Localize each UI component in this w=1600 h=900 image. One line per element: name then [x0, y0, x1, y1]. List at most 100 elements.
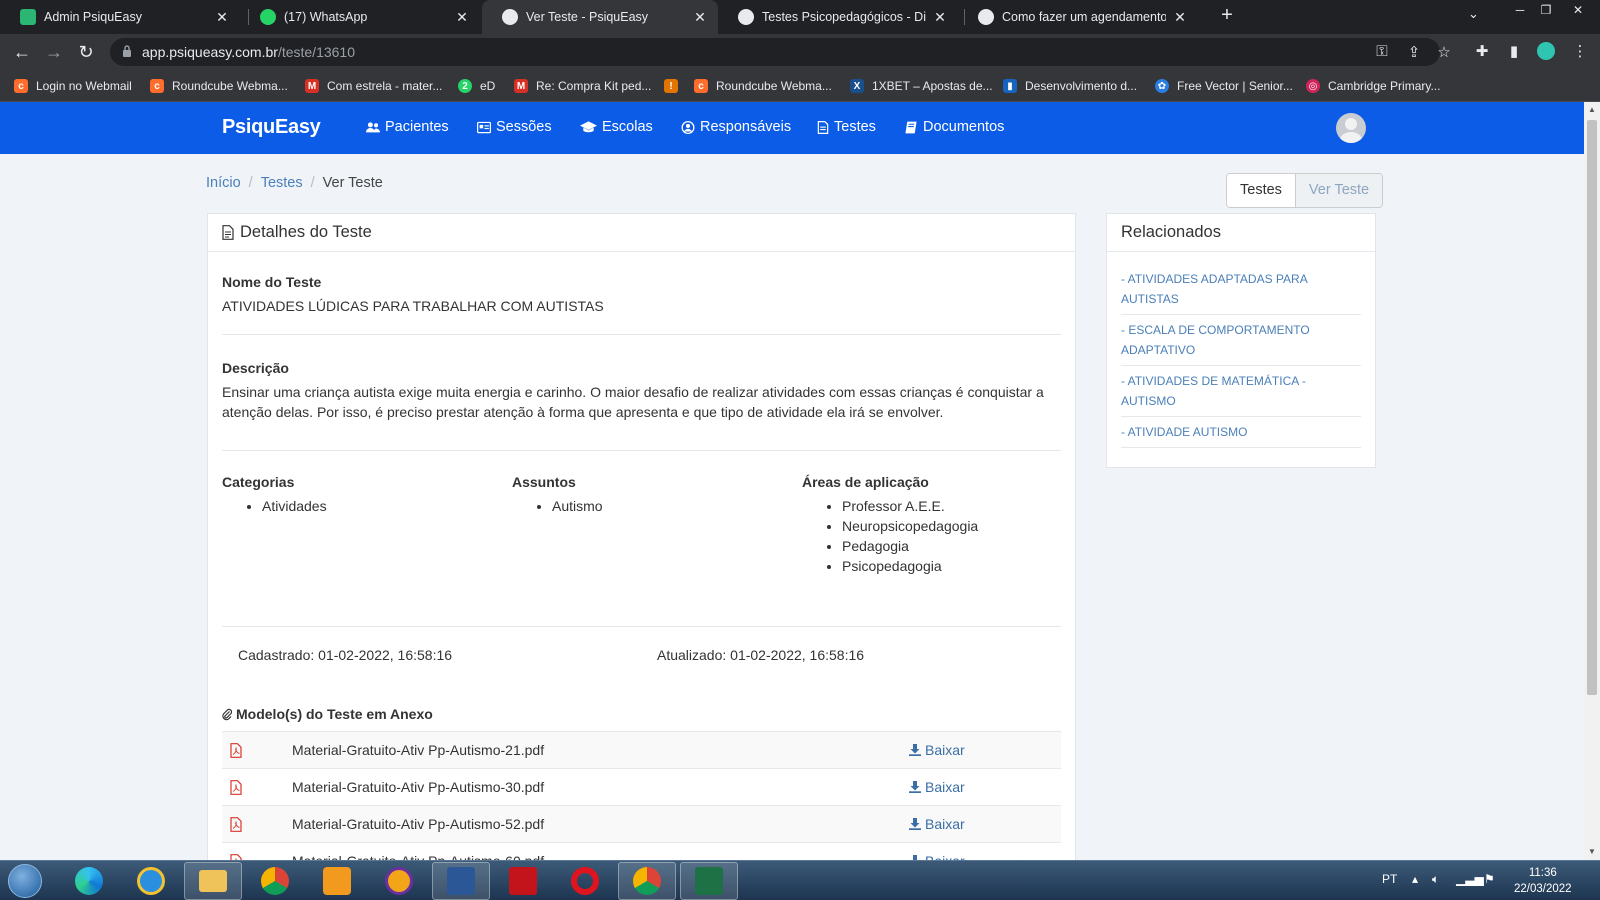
bookmark-item[interactable]: M Re: Compra Kit ped...: [514, 76, 651, 96]
new-tab-plus-icon[interactable]: +: [1215, 4, 1239, 27]
back-arrow-icon[interactable]: ←: [10, 40, 34, 64]
start-button[interactable]: [8, 864, 42, 898]
close-window-icon[interactable]: ✕: [1561, 0, 1595, 20]
file-name: Material-Gratuito-Ativ Pp-Autismo-52.pdf: [292, 816, 545, 832]
scroll-up-arrow-icon[interactable]: ▲: [1584, 105, 1600, 114]
browser-tab-agendamento[interactable]: Como fazer um agendamento no ✕: [958, 0, 1198, 34]
user-avatar[interactable]: [1336, 113, 1366, 143]
tab-search-chevron-down-icon[interactable]: ⌄: [1468, 6, 1479, 22]
areas-column: Áreas de aplicação Professor A.E.E. Neur…: [802, 474, 1062, 576]
download-link[interactable]: Baixar: [909, 779, 965, 795]
edge-icon: [75, 867, 103, 895]
share-icon[interactable]: ⇪: [1404, 43, 1424, 61]
bookmark-label: Cambridge Primary...: [1328, 79, 1441, 93]
opera-icon: [571, 867, 599, 895]
browser-tab-whatsapp[interactable]: (17) WhatsApp ✕: [240, 0, 480, 34]
taskbar-chrome[interactable]: [246, 862, 304, 900]
nav-label: Testes: [834, 119, 876, 135]
forward-arrow-icon[interactable]: →: [42, 40, 66, 64]
breadcrumb-inicio[interactable]: Início: [206, 175, 241, 191]
bookmark-item[interactable]: ✿ Free Vector | Senior...: [1155, 76, 1293, 96]
taskbar-vpn[interactable]: [370, 862, 428, 900]
attachments-title: Modelo(s) do Teste em Anexo: [222, 706, 433, 722]
related-item[interactable]: - ESCALA DE COMPORTAMENTO ADAPTATIVO: [1121, 315, 1361, 366]
scroll-down-arrow-icon[interactable]: ▼: [1584, 847, 1600, 856]
scrollbar-thumb[interactable]: [1587, 120, 1597, 695]
action-center-flag-icon[interactable]: ⚑: [1484, 872, 1495, 886]
close-icon[interactable]: ✕: [692, 9, 708, 26]
bookmark-label: Desenvolvimento d...: [1025, 79, 1138, 93]
nav-pacientes[interactable]: Pacientes: [366, 119, 449, 135]
nav-documentos[interactable]: Documentos: [904, 119, 1004, 135]
taskbar-media[interactable]: [308, 862, 366, 900]
network-signal-icon[interactable]: ▁▃▅: [1456, 872, 1484, 886]
system-clock[interactable]: 11:36 22/03/2022: [1514, 865, 1572, 897]
subjects-list: Autismo: [552, 496, 792, 516]
whatsapp-icon: [260, 9, 276, 25]
cpanel-icon: c: [14, 79, 28, 93]
bookmark-item[interactable]: X 1XBET – Apostas de...: [850, 76, 993, 96]
minimize-icon[interactable]: ─: [1507, 0, 1533, 20]
taskbar-word[interactable]: [432, 862, 490, 900]
nav-responsaveis[interactable]: Responsáveis: [681, 119, 791, 135]
taskbar-ie[interactable]: [122, 862, 180, 900]
download-label: Baixar: [925, 779, 965, 795]
cambridge-icon: ◎: [1306, 79, 1320, 93]
volume-icon[interactable]: 🔈︎: [1432, 872, 1439, 887]
taskbar-explorer[interactable]: [184, 862, 242, 900]
subjects-column: Assuntos Autismo: [512, 474, 792, 516]
ver-teste-button[interactable]: Ver Teste: [1295, 174, 1383, 207]
nav-escolas[interactable]: Escolas: [580, 119, 653, 135]
reload-icon[interactable]: ↻: [74, 40, 98, 64]
breadcrumb-testes[interactable]: Testes: [261, 175, 303, 191]
nav-testes[interactable]: Testes: [817, 119, 876, 135]
language-indicator[interactable]: PT: [1382, 872, 1397, 886]
show-hidden-icons-chevron-up-icon[interactable]: ▴: [1412, 872, 1418, 886]
taskbar-excel[interactable]: [680, 862, 738, 900]
related-item[interactable]: - ATIVIDADE AUTISMO: [1121, 417, 1361, 448]
bookmark-item[interactable]: c Roundcube Webma...: [694, 76, 832, 96]
bookmark-item[interactable]: ◎ Cambridge Primary...: [1306, 76, 1440, 96]
browser-tab-testes-psicopedagogicos[interactable]: Testes Psicopedagógicos - Diferen ✕: [718, 0, 958, 34]
browser-tab-ver-teste[interactable]: Ver Teste - PsiquEasy ✕: [482, 0, 718, 34]
bookmark-star-icon[interactable]: ☆: [1434, 43, 1454, 61]
panel-heading: Detalhes do Teste: [208, 214, 1075, 252]
divider: [222, 450, 1061, 451]
shield-lock-icon: [385, 867, 413, 895]
categories-column: Categorias Atividades: [222, 474, 502, 516]
bookmark-item[interactable]: M Com estrela - mater...: [305, 76, 442, 96]
brand-logo[interactable]: PsiquEasy: [222, 116, 321, 139]
download-link[interactable]: Baixar: [909, 816, 965, 832]
browser-tab-admin[interactable]: Admin PsiquEasy ✕: [0, 0, 240, 34]
nav-sessoes[interactable]: Sessões: [477, 119, 552, 135]
restore-icon[interactable]: ❐: [1533, 0, 1559, 20]
profile-icon[interactable]: [1536, 42, 1556, 64]
extension-icon[interactable]: !: [664, 79, 678, 93]
page-scrollbar[interactable]: ▲ ▼: [1584, 102, 1600, 860]
close-icon[interactable]: ✕: [1172, 9, 1188, 26]
close-icon[interactable]: ✕: [214, 9, 230, 26]
address-bar[interactable]: app.psiqueasy.com.br/teste/13610 ⚿ ⇪ ☆: [110, 38, 1451, 66]
more-menu-icon[interactable]: ⋮: [1570, 42, 1590, 60]
areas-list: Professor A.E.E. Neuropsicopedagogia Ped…: [842, 496, 1062, 576]
related-item[interactable]: - ATIVIDADES ADAPTADAS PARA AUTISTAS: [1121, 264, 1361, 315]
download-link[interactable]: Baixar: [909, 742, 965, 758]
side-panel-icon[interactable]: ▮: [1504, 42, 1524, 60]
paperclip-icon: [222, 708, 232, 720]
key-icon[interactable]: ⚿: [1372, 43, 1392, 60]
subject-item: Autismo: [552, 496, 792, 516]
nav-label: Sessões: [496, 119, 552, 135]
taskbar-edge[interactable]: [60, 862, 118, 900]
bookmark-item[interactable]: ▮ Desenvolvimento d...: [1003, 76, 1137, 96]
testes-button[interactable]: Testes: [1227, 174, 1296, 207]
related-item[interactable]: - ATIVIDADES DE MATEMÁTICA - AUTISMO: [1121, 366, 1361, 417]
close-icon[interactable]: ✕: [932, 9, 948, 26]
extensions-puzzle-icon[interactable]: ✚: [1472, 42, 1492, 60]
bookmark-item[interactable]: 2 eD: [458, 76, 495, 96]
bookmark-item[interactable]: c Login no Webmail: [14, 76, 132, 96]
taskbar-opera[interactable]: [556, 862, 614, 900]
taskbar-chrome-active[interactable]: [618, 862, 676, 900]
close-icon[interactable]: ✕: [454, 9, 470, 26]
bookmark-item[interactable]: c Roundcube Webma...: [150, 76, 288, 96]
taskbar-acrobat[interactable]: [494, 862, 552, 900]
